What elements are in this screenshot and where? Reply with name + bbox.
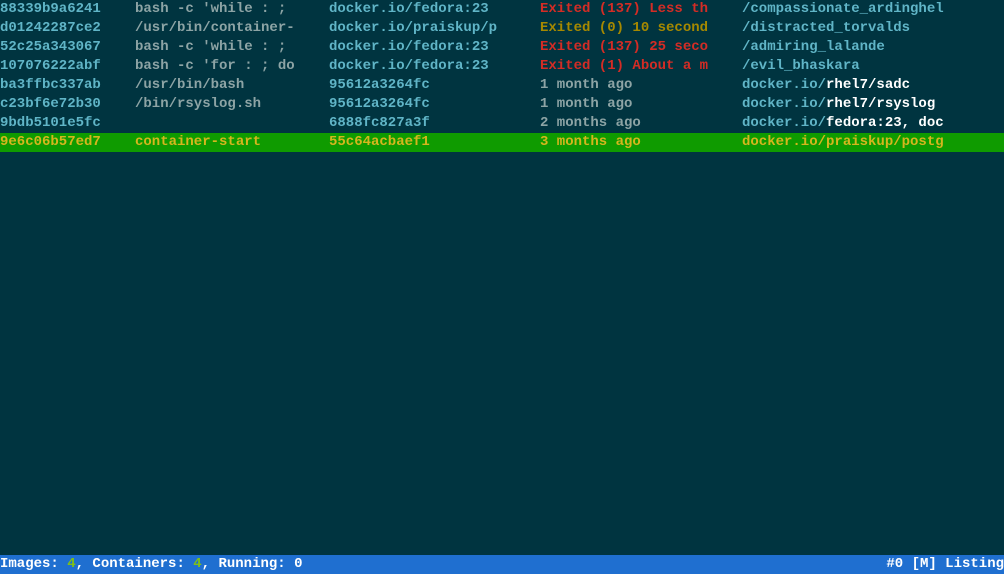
container-row[interactable]: 9bdb5101e5fc6888fc827a3f2 months agodock… <box>0 114 1004 133</box>
container-name: /compassionate_ardinghel <box>734 0 1004 19</box>
container-row[interactable]: 9e6c06b57ed7container-start55c64acbaef13… <box>0 133 1004 152</box>
container-status: Exited (1) About a m <box>532 57 734 76</box>
container-status: 1 month ago <box>532 95 734 114</box>
containers-label: , Containers: <box>76 556 194 572</box>
container-name-main: /evil_bhaskara <box>742 58 860 74</box>
container-image: 95612a3264fc <box>321 95 532 114</box>
container-name-main: fedora:23, doc <box>826 115 944 131</box>
container-image: docker.io/praiskup/p <box>321 19 532 38</box>
container-command: container-start <box>127 133 321 152</box>
container-row[interactable]: 107076222abfbash -c 'for : ; dodocker.io… <box>0 57 1004 76</box>
container-row[interactable]: d01242287ce2/usr/bin/container-docker.io… <box>0 19 1004 38</box>
container-name-main: docker.io/praiskup/postg <box>742 134 944 150</box>
container-command: /usr/bin/container- <box>127 19 321 38</box>
container-listing: 88339b9a6241bash -c 'while : ;docker.io/… <box>0 0 1004 152</box>
container-status: 1 month ago <box>532 76 734 95</box>
container-id: 88339b9a6241 <box>0 0 127 19</box>
container-name: docker.io/rhel7/rsyslog <box>734 95 1004 114</box>
images-count: 4 <box>67 556 75 572</box>
container-command: bash -c 'while : ; <box>127 38 321 57</box>
container-command: bash -c 'while : ; <box>127 0 321 19</box>
container-command <box>127 114 321 133</box>
containers-count: 4 <box>193 556 201 572</box>
container-name: /admiring_lalande <box>734 38 1004 57</box>
container-image: docker.io/fedora:23 <box>321 38 532 57</box>
container-name-main: /compassionate_ardinghel <box>742 1 944 17</box>
container-command: /bin/rsyslog.sh <box>127 95 321 114</box>
container-name: docker.io/fedora:23, doc <box>734 114 1004 133</box>
status-bar-left: Images: 4, Containers: 4, Running: 0 <box>0 555 302 574</box>
container-status: Exited (137) 25 seco <box>532 38 734 57</box>
container-id: c23bf6e72b30 <box>0 95 127 114</box>
container-name-prefix: docker.io/ <box>742 115 826 131</box>
running-count: 0 <box>294 556 302 572</box>
container-status: 2 months ago <box>532 114 734 133</box>
images-label: Images: <box>0 556 67 572</box>
container-name-main: /admiring_lalande <box>742 39 885 55</box>
container-name-prefix: docker.io/ <box>742 96 826 112</box>
container-image: 95612a3264fc <box>321 76 532 95</box>
container-id: d01242287ce2 <box>0 19 127 38</box>
container-image: 6888fc827a3f <box>321 114 532 133</box>
container-status: 3 months ago <box>532 133 734 152</box>
container-id: 107076222abf <box>0 57 127 76</box>
status-bar-right: #0 [M] Listing <box>886 555 1004 574</box>
container-name: docker.io/praiskup/postg <box>734 133 1004 152</box>
container-row[interactable]: ba3ffbc337ab/usr/bin/bash95612a3264fc1 m… <box>0 76 1004 95</box>
container-row[interactable]: 88339b9a6241bash -c 'while : ;docker.io/… <box>0 0 1004 19</box>
container-name: /distracted_torvalds <box>734 19 1004 38</box>
container-name: /evil_bhaskara <box>734 57 1004 76</box>
container-name-prefix: docker.io/ <box>742 77 826 93</box>
container-name-main: rhel7/rsyslog <box>826 96 935 112</box>
container-command: bash -c 'for : ; do <box>127 57 321 76</box>
container-id: 52c25a343067 <box>0 38 127 57</box>
container-image: docker.io/fedora:23 <box>321 0 532 19</box>
container-image: 55c64acbaef1 <box>321 133 532 152</box>
container-id: 9e6c06b57ed7 <box>0 133 127 152</box>
container-name: docker.io/rhel7/sadc <box>734 76 1004 95</box>
running-label: , Running: <box>202 556 294 572</box>
container-id: ba3ffbc337ab <box>0 76 127 95</box>
status-bar: Images: 4, Containers: 4, Running: 0 #0 … <box>0 555 1004 574</box>
container-status: Exited (0) 10 second <box>532 19 734 38</box>
container-name-main: rhel7/sadc <box>826 77 910 93</box>
container-name-main: /distracted_torvalds <box>742 20 910 36</box>
container-id: 9bdb5101e5fc <box>0 114 127 133</box>
container-row[interactable]: c23bf6e72b30/bin/rsyslog.sh95612a3264fc1… <box>0 95 1004 114</box>
container-command: /usr/bin/bash <box>127 76 321 95</box>
container-status: Exited (137) Less th <box>532 0 734 19</box>
container-image: docker.io/fedora:23 <box>321 57 532 76</box>
container-row[interactable]: 52c25a343067bash -c 'while : ;docker.io/… <box>0 38 1004 57</box>
